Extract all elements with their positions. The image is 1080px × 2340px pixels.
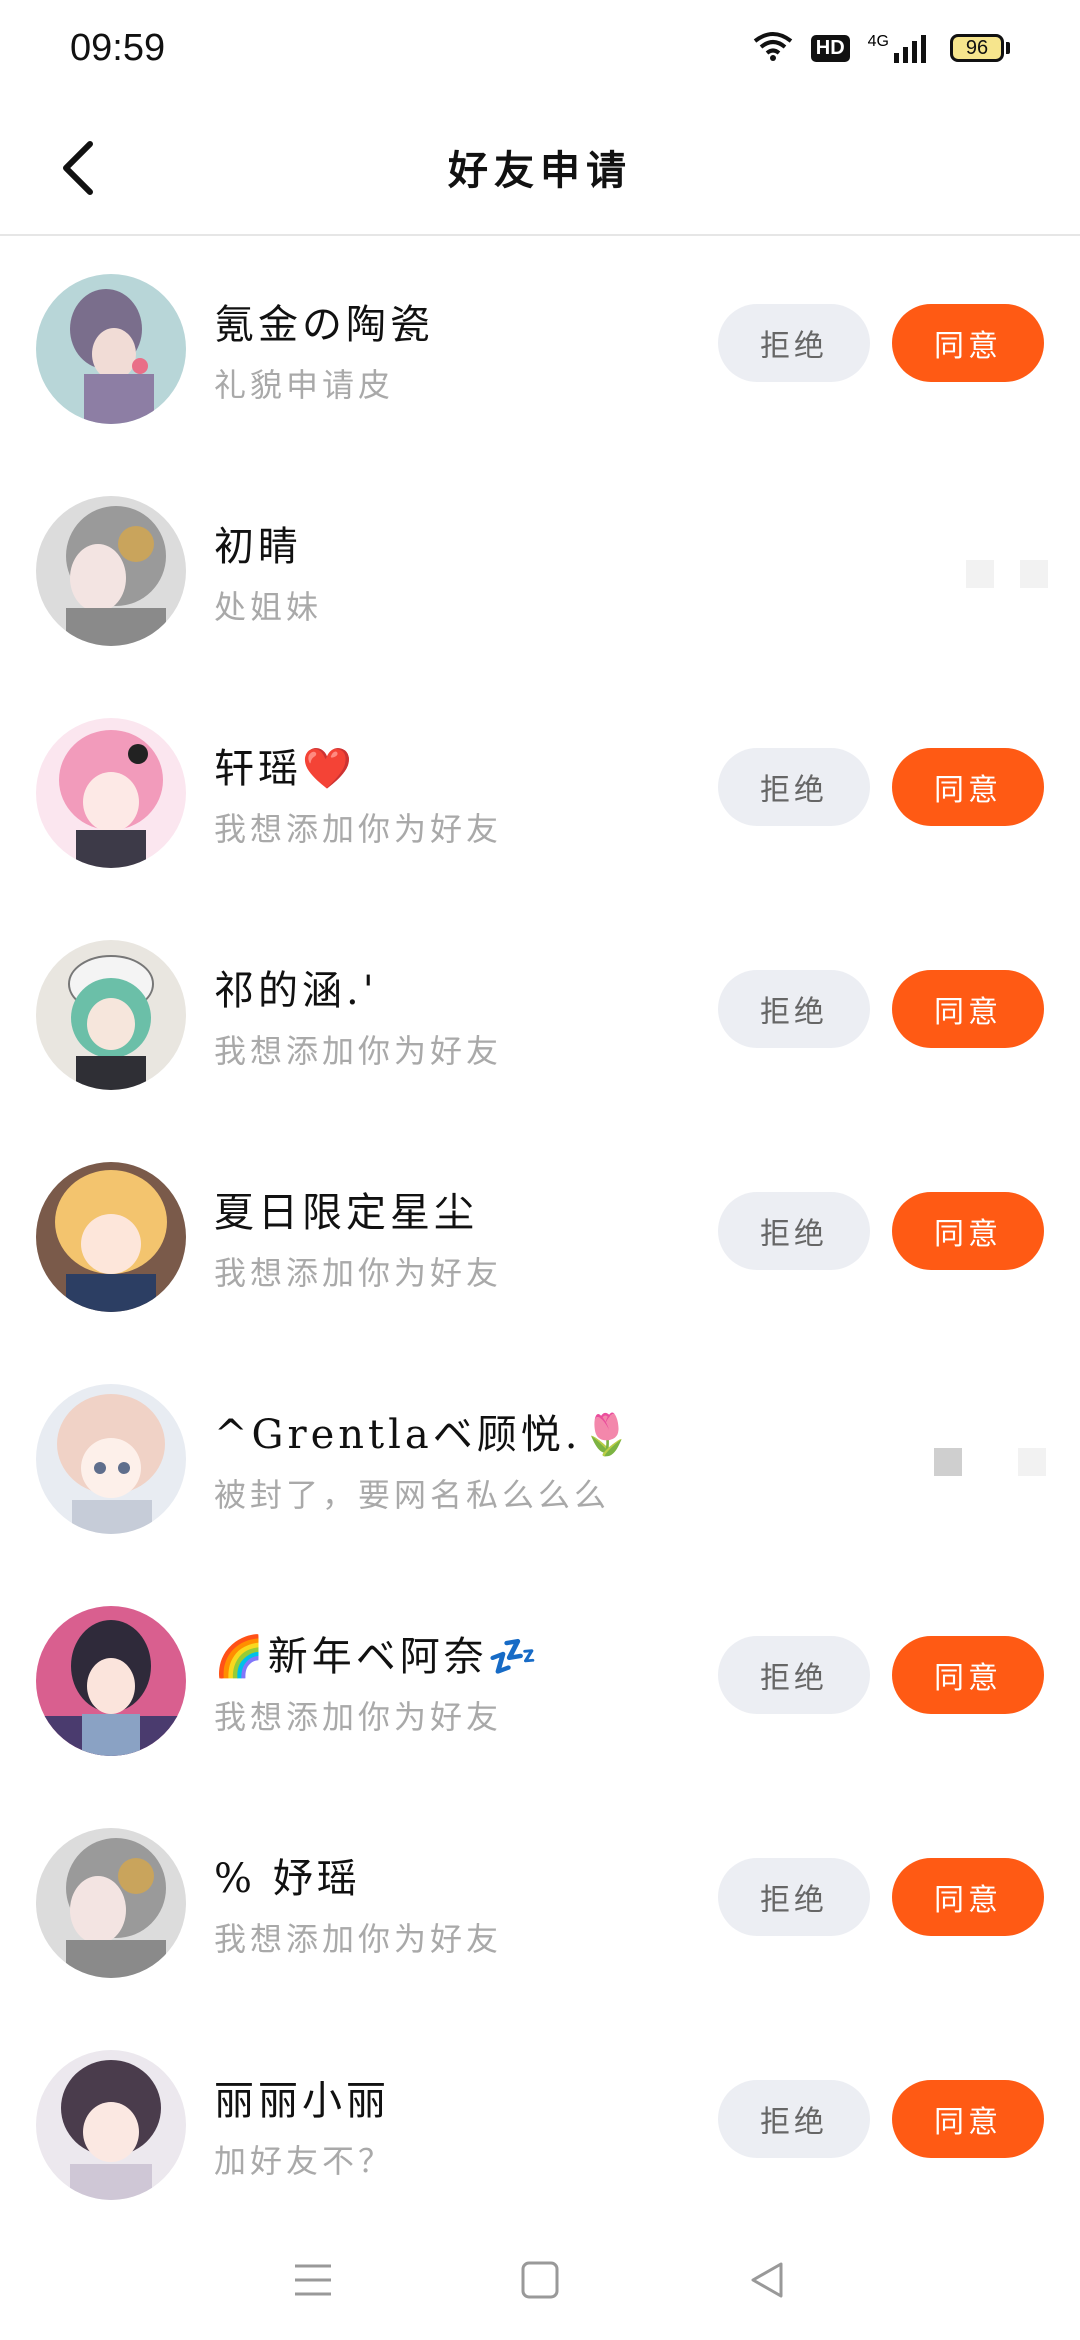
loading-placeholder bbox=[1020, 560, 1048, 588]
requester-name: 祁的涵.' bbox=[214, 968, 378, 1014]
menu-button[interactable] bbox=[273, 2240, 353, 2320]
list-item[interactable]: 夏日限定星尘 我想添加你为好友 拒绝 同意 bbox=[0, 1126, 1080, 1348]
home-square-icon bbox=[521, 2261, 559, 2299]
signal-icon: 4G bbox=[868, 33, 932, 63]
list-item[interactable]: 丽丽小丽 加好友不？ 拒绝 同意 bbox=[0, 2014, 1080, 2236]
list-item[interactable]: 祁的涵.' 我想添加你为好友 拒绝 同意 bbox=[0, 904, 1080, 1126]
request-message: 我想添加你为好友 bbox=[214, 1254, 503, 1292]
request-message: 我想添加你为好友 bbox=[214, 1920, 503, 1958]
chevron-left-icon bbox=[63, 141, 93, 195]
reject-button[interactable]: 拒绝 bbox=[718, 1192, 870, 1270]
accept-button[interactable]: 同意 bbox=[892, 970, 1044, 1048]
list-item[interactable]: 初睛 处姐妹 bbox=[0, 460, 1080, 682]
accept-button[interactable]: 同意 bbox=[892, 1636, 1044, 1714]
triangle-back-icon bbox=[751, 2262, 783, 2298]
avatar[interactable] bbox=[36, 1828, 186, 1978]
friend-requests-screen: 09:59 HD 4G 96 好友申请 氪金の陶瓷 礼貌申请皮 拒绝 同意 初睛… bbox=[0, 0, 1080, 2340]
accept-button[interactable]: 同意 bbox=[892, 1192, 1044, 1270]
home-button[interactable] bbox=[500, 2240, 580, 2320]
loading-placeholder bbox=[934, 1448, 962, 1476]
reject-button[interactable]: 拒绝 bbox=[718, 748, 870, 826]
reject-button[interactable]: 拒绝 bbox=[718, 970, 870, 1048]
list-item[interactable]: 轩瑶❤️ 我想添加你为好友 拒绝 同意 bbox=[0, 682, 1080, 904]
status-bar: 09:59 HD 4G 96 bbox=[0, 0, 1080, 96]
requester-name: 初睛 bbox=[214, 524, 302, 570]
back-nav-button[interactable] bbox=[727, 2240, 807, 2320]
wifi-icon bbox=[753, 31, 793, 65]
network-type: 4G bbox=[867, 33, 889, 50]
battery-icon: 96 bbox=[950, 34, 1010, 62]
request-message: 我想添加你为好友 bbox=[214, 1032, 503, 1070]
status-icons: HD 4G 96 bbox=[753, 31, 1010, 65]
avatar[interactable] bbox=[36, 1606, 186, 1756]
request-message: 我想添加你为好友 bbox=[214, 1698, 503, 1736]
list-item[interactable]: 氪金の陶瓷 礼貌申请皮 拒绝 同意 bbox=[0, 238, 1080, 460]
loading-placeholder bbox=[1018, 1448, 1046, 1476]
page-title: 好友申请 bbox=[448, 147, 632, 194]
system-nav-bar bbox=[0, 2220, 1080, 2340]
request-message: 我想添加你为好友 bbox=[214, 810, 503, 848]
requester-name: ^Grentlaベ顾悦.🌷 bbox=[214, 1412, 636, 1458]
accept-button[interactable]: 同意 bbox=[892, 2080, 1044, 2158]
request-list: 氪金の陶瓷 礼貌申请皮 拒绝 同意 初睛 处姐妹 轩瑶❤️ 我想添加你为好友 拒… bbox=[0, 238, 1080, 2236]
requester-name: 丽丽小丽 bbox=[214, 2078, 390, 2124]
accept-button[interactable]: 同意 bbox=[892, 748, 1044, 826]
reject-button[interactable]: 拒绝 bbox=[718, 2080, 870, 2158]
avatar[interactable] bbox=[36, 496, 186, 646]
accept-button[interactable]: 同意 bbox=[892, 304, 1044, 382]
list-item[interactable]: % 妤瑶 我想添加你为好友 拒绝 同意 bbox=[0, 1792, 1080, 2014]
avatar[interactable] bbox=[36, 1162, 186, 1312]
requester-name: 夏日限定星尘 bbox=[214, 1190, 478, 1236]
request-message: 加好友不？ bbox=[214, 2142, 395, 2180]
reject-button[interactable]: 拒绝 bbox=[718, 1636, 870, 1714]
list-item[interactable]: 🌈新年ベ阿奈💤 我想添加你为好友 拒绝 同意 bbox=[0, 1570, 1080, 1792]
request-message: 处姐妹 bbox=[214, 588, 323, 626]
requester-name: 轩瑶❤️ bbox=[214, 746, 356, 792]
list-item[interactable]: ^Grentlaベ顾悦.🌷 被封了，要网名私么么么 bbox=[0, 1348, 1080, 1570]
menu-icon bbox=[295, 2264, 332, 2296]
status-time: 09:59 bbox=[70, 26, 166, 69]
hd-badge: HD bbox=[810, 34, 850, 62]
avatar[interactable] bbox=[36, 940, 186, 1090]
avatar[interactable] bbox=[36, 2050, 186, 2200]
reject-button[interactable]: 拒绝 bbox=[718, 304, 870, 382]
avatar[interactable] bbox=[36, 274, 186, 424]
request-message: 礼貌申请皮 bbox=[214, 366, 395, 404]
request-message: 被封了，要网名私么么么 bbox=[214, 1476, 611, 1514]
accept-button[interactable]: 同意 bbox=[892, 1858, 1044, 1936]
avatar[interactable] bbox=[36, 718, 186, 868]
avatar[interactable] bbox=[36, 1384, 186, 1534]
loading-placeholder bbox=[966, 560, 994, 588]
requester-name: 🌈新年ベ阿奈💤 bbox=[214, 1634, 542, 1680]
requester-name: % 妤瑶 bbox=[214, 1856, 361, 1902]
battery-level: 96 bbox=[950, 34, 1004, 62]
requester-name: 氪金の陶瓷 bbox=[214, 302, 434, 348]
reject-button[interactable]: 拒绝 bbox=[718, 1858, 870, 1936]
header: 好友申请 bbox=[0, 100, 1080, 236]
back-button[interactable] bbox=[48, 134, 108, 202]
